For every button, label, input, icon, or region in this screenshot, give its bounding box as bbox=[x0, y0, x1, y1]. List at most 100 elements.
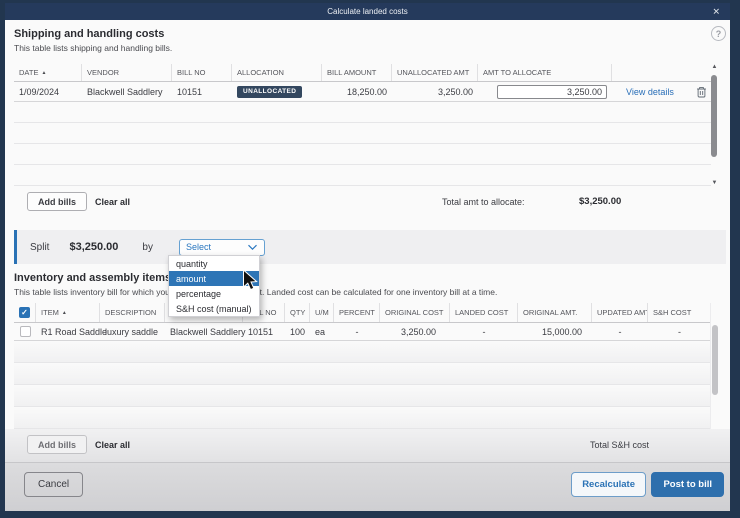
unallocated-amt: 3,250.00 bbox=[392, 82, 478, 101]
row-checkbox-cell bbox=[14, 323, 36, 340]
table-row-empty bbox=[14, 363, 711, 385]
split-method-select[interactable]: Select bbox=[179, 239, 265, 256]
item-landed-cost: - bbox=[450, 323, 518, 340]
shipping-subheading: This table lists shipping and handling b… bbox=[14, 43, 172, 53]
col-header-original-cost: ORIGINAL COST bbox=[380, 303, 450, 322]
col-header-um: U/M bbox=[310, 303, 334, 322]
split-label: Split bbox=[30, 242, 49, 253]
shipping-heading: Shipping and handling costs bbox=[14, 28, 172, 40]
item-percent: - bbox=[334, 323, 380, 340]
bill-no: 10151 bbox=[172, 82, 232, 101]
col-header-qty: QTY bbox=[285, 303, 310, 322]
chevron-down-icon bbox=[247, 244, 258, 251]
allocation-cell: UNALLOCATED bbox=[232, 82, 322, 101]
total-sh-cost-label: Total S&H cost bbox=[590, 440, 649, 450]
scrollbar-thumb[interactable] bbox=[712, 325, 718, 395]
amt-to-allocate-input[interactable] bbox=[497, 85, 607, 99]
col-header-landed-cost: LANDED COST bbox=[450, 303, 518, 322]
mouse-cursor-icon bbox=[242, 269, 260, 297]
trash-icon[interactable] bbox=[696, 86, 707, 98]
item-original-amt: 15,000.00 bbox=[518, 323, 592, 340]
col-header-date[interactable]: DATE ▲ bbox=[14, 64, 82, 81]
scroll-up-icon[interactable]: ▲ bbox=[710, 64, 719, 70]
col-header-bill-amount: BILL AMOUNT bbox=[322, 64, 392, 81]
calculate-landed-costs-dialog: Calculate landed costs ✕ ? Shipping and … bbox=[5, 3, 730, 511]
table-row-empty bbox=[14, 341, 711, 363]
inventory-table-header: ✓ ITEM ▲ DESCRIPTION VENDOR BILL NO QTY … bbox=[14, 303, 711, 323]
item-description: luxury saddle bbox=[100, 323, 165, 340]
amt-to-allocate-cell bbox=[478, 82, 612, 101]
clear-all-link[interactable]: Clear all bbox=[95, 197, 130, 207]
dialog-titlebar: Calculate landed costs ✕ bbox=[5, 3, 730, 20]
check-icon: ✓ bbox=[21, 308, 28, 317]
sort-asc-icon: ▲ bbox=[41, 70, 46, 76]
table-row-empty bbox=[14, 385, 711, 407]
shipping-table-scrollbar[interactable]: ▲ ▼ bbox=[710, 64, 719, 186]
col-header-item-label: ITEM bbox=[41, 308, 59, 317]
unallocated-badge: UNALLOCATED bbox=[237, 86, 302, 98]
table-row-empty bbox=[14, 165, 711, 186]
dialog-footer: Cancel Recalculate Post to bill bbox=[5, 462, 730, 511]
dropdown-option-sh-cost-manual[interactable]: S&H cost (manual) bbox=[169, 301, 259, 316]
bill-date: 1/09/2024 bbox=[14, 82, 82, 101]
close-icon[interactable]: ✕ bbox=[712, 6, 720, 17]
total-amt-to-allocate-value: $3,250.00 bbox=[579, 196, 621, 207]
col-header-description: DESCRIPTION bbox=[100, 303, 165, 322]
table-row-empty bbox=[14, 102, 711, 123]
table-row-empty bbox=[14, 123, 711, 144]
split-by-label: by bbox=[142, 242, 153, 253]
shipping-section-header: Shipping and handling costs This table l… bbox=[14, 28, 172, 53]
recalculate-button[interactable]: Recalculate bbox=[571, 472, 646, 497]
add-bills-button[interactable]: Add bills bbox=[27, 192, 87, 211]
item-original-cost: 3,250.00 bbox=[380, 323, 450, 340]
item-vendor: Blackwell Saddlery bbox=[165, 323, 243, 340]
inventory-item-row: R1 Road Saddle luxury saddle Blackwell S… bbox=[14, 323, 711, 341]
shipping-table-header: DATE ▲ VENDOR BILL NO ALLOCATION BILL AM… bbox=[14, 64, 711, 82]
split-amount: $3,250.00 bbox=[69, 241, 118, 253]
item-qty: 100 bbox=[285, 323, 310, 340]
col-header-original-amt: ORIGINAL AMT. bbox=[518, 303, 592, 322]
col-header-sh-cost: S&H COST bbox=[648, 303, 711, 322]
split-bar: Split $3,250.00 by Select bbox=[14, 230, 726, 264]
scroll-down-icon[interactable]: ▼ bbox=[710, 180, 719, 186]
table-row-empty bbox=[14, 407, 711, 429]
row-actions-cell: View details bbox=[612, 82, 712, 101]
total-amt-to-allocate-label: Total amt to allocate: bbox=[442, 197, 525, 207]
col-header-item[interactable]: ITEM ▲ bbox=[36, 303, 100, 322]
col-header-date-label: DATE bbox=[19, 68, 38, 77]
select-all-checkbox-cell: ✓ bbox=[14, 303, 36, 322]
table-row-empty bbox=[14, 144, 711, 165]
cancel-button[interactable]: Cancel bbox=[24, 472, 83, 497]
item-bill-no: 10151 bbox=[243, 323, 285, 340]
post-to-bill-button[interactable]: Post to bill bbox=[651, 472, 724, 497]
shipping-bills-table: DATE ▲ VENDOR BILL NO ALLOCATION BILL AM… bbox=[14, 64, 711, 186]
item-sh-cost: - bbox=[648, 323, 711, 340]
screen-backdrop: Calculate landed costs ✕ ? Shipping and … bbox=[0, 0, 740, 518]
clear-all-link-inventory[interactable]: Clear all bbox=[95, 440, 130, 450]
select-value: Select bbox=[186, 242, 211, 252]
row-checkbox[interactable] bbox=[20, 326, 31, 337]
bill-amount: 18,250.00 bbox=[322, 82, 392, 101]
dialog-title: Calculate landed costs bbox=[327, 7, 408, 16]
view-details-link[interactable]: View details bbox=[626, 87, 674, 97]
col-header-bill-no: BILL NO bbox=[172, 64, 232, 81]
item-um: ea bbox=[310, 323, 334, 340]
bill-vendor: Blackwell Saddlery bbox=[82, 82, 172, 101]
item-name: R1 Road Saddle bbox=[36, 323, 100, 340]
shipping-bill-row: 1/09/2024 Blackwell Saddlery 10151 UNALL… bbox=[14, 82, 711, 102]
sort-asc-icon: ▲ bbox=[62, 310, 67, 316]
add-bills-button-inventory[interactable]: Add bills bbox=[27, 435, 87, 454]
select-all-checkbox[interactable]: ✓ bbox=[19, 307, 30, 318]
col-header-vendor: VENDOR bbox=[82, 64, 172, 81]
col-header-unallocated-amt: UNALLOCATED AMT bbox=[392, 64, 478, 81]
scrollbar-thumb[interactable] bbox=[711, 75, 717, 157]
help-icon[interactable]: ? bbox=[711, 26, 726, 41]
col-header-actions bbox=[612, 64, 711, 81]
inventory-table-scrollbar[interactable] bbox=[710, 303, 719, 429]
col-header-allocation: ALLOCATION bbox=[232, 64, 322, 81]
col-header-updated-amt: UPDATED AMT. bbox=[592, 303, 648, 322]
item-updated-amt: - bbox=[592, 323, 648, 340]
inventory-items-table: ✓ ITEM ▲ DESCRIPTION VENDOR BILL NO QTY … bbox=[14, 303, 711, 429]
col-header-amt-to-allocate: AMT TO ALLOCATE bbox=[478, 64, 612, 81]
col-header-percent: PERCENT bbox=[334, 303, 380, 322]
